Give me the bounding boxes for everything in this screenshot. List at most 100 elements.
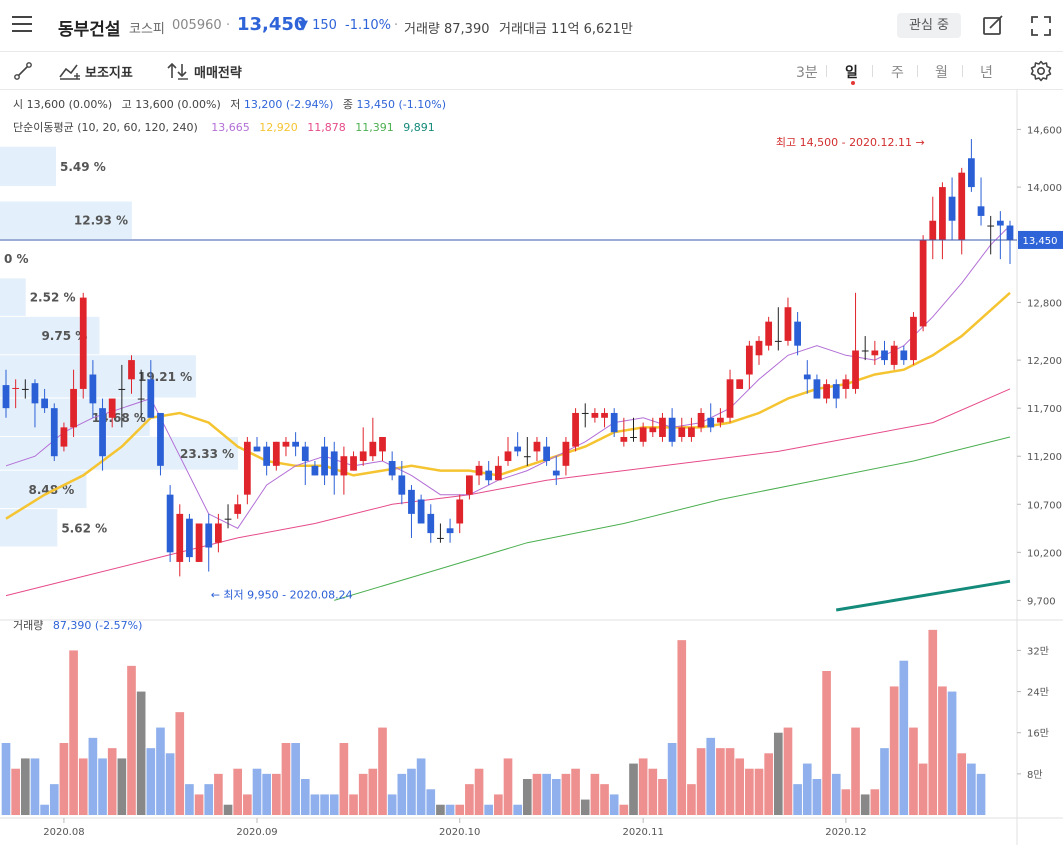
volume-bar <box>262 773 271 815</box>
candle-body <box>813 379 821 399</box>
draw-line-icon[interactable] <box>13 61 33 81</box>
volume-bar <box>20 758 30 815</box>
candle-body <box>272 441 280 466</box>
volume-tick-label: 24만 <box>1027 687 1049 699</box>
candle-body <box>755 340 763 356</box>
volume-bar <box>909 727 918 815</box>
candle-body <box>166 494 174 553</box>
price-tick-label: 10,700 <box>1027 500 1062 511</box>
volume-bar <box>638 758 648 815</box>
tab-week[interactable]: 주 <box>891 62 904 82</box>
volume-bar <box>252 768 262 815</box>
tab-day[interactable]: 일 <box>845 62 858 82</box>
price-change-pct: -1.10% <box>345 18 391 33</box>
candle-body <box>195 523 203 562</box>
candle-body <box>427 513 435 534</box>
trade-volume: 거래량 87,390 <box>404 22 490 37</box>
volume-bar <box>976 773 986 815</box>
candle-body <box>359 451 367 462</box>
volume-bar <box>532 773 542 815</box>
tab-3min[interactable]: 3분 <box>796 62 818 82</box>
candle-body <box>929 220 937 240</box>
candle-body <box>330 451 338 476</box>
candle-body <box>977 206 985 216</box>
high-value: 13,600 (0.00%) <box>135 98 221 111</box>
candle-body <box>60 427 68 447</box>
volume-bar <box>214 773 223 815</box>
menu-icon[interactable] <box>12 16 32 34</box>
volume-bar <box>677 640 687 815</box>
watch-button[interactable]: 관심 중 <box>897 13 961 38</box>
candle-body <box>939 187 946 240</box>
candle-body <box>765 321 773 346</box>
candle-body <box>678 427 686 437</box>
volume-tick-label: 32만 <box>1027 645 1049 657</box>
high-label: 고 <box>121 98 132 111</box>
ma120-line <box>334 436 1011 601</box>
ma10-value: 13,665 <box>211 121 250 134</box>
indicator-button[interactable]: 보조지표 <box>85 62 133 81</box>
volume-bars <box>1 629 986 815</box>
tab-year[interactable]: 년 <box>980 62 993 82</box>
candle-body <box>504 451 512 462</box>
candle-body <box>446 528 454 534</box>
volume-profile-label: 0 % <box>4 252 29 266</box>
candle-body <box>475 465 483 476</box>
current-price: 13,450 <box>237 14 307 35</box>
volume-bar <box>98 758 107 815</box>
indicator-icon[interactable] <box>58 61 82 81</box>
candle-body <box>842 379 850 389</box>
candle-body <box>292 441 299 447</box>
volume-bar <box>339 743 349 815</box>
candle-body <box>707 417 715 428</box>
candle-body <box>70 388 77 428</box>
candle-body <box>552 470 560 476</box>
candle-body <box>466 475 473 495</box>
volume-bar <box>590 773 600 815</box>
candle-body <box>630 436 637 438</box>
tab-divider <box>872 65 873 77</box>
volume-bar <box>407 768 416 815</box>
close-value: 13,450 (-1.10%) <box>356 98 446 111</box>
candle-body <box>369 441 377 457</box>
candle-body <box>968 158 975 188</box>
candle-body <box>118 388 126 390</box>
price-chart[interactable]: 5.49 %12.93 %0 %2.52 %9.75 %19.21 %14.68… <box>0 90 1063 845</box>
candle-body <box>99 408 106 457</box>
candle-body <box>717 417 724 423</box>
volume-bar <box>194 794 204 815</box>
volume-bar <box>600 784 609 815</box>
volume-bar <box>542 773 551 815</box>
candle-body <box>659 417 666 437</box>
price-tick-label: 10,200 <box>1027 548 1062 559</box>
ma240-value: 9,891 <box>403 121 435 134</box>
chart-toolbar: 보조지표 매매전략 3분 일 주 월 년 <box>0 52 1063 90</box>
ma120-value: 11,391 <box>355 121 394 134</box>
candle-body <box>408 489 415 514</box>
candle-body <box>871 350 879 356</box>
current-price-label: 13,450 <box>1023 236 1058 247</box>
tab-month[interactable]: 월 <box>935 62 948 82</box>
candle-body <box>176 513 184 562</box>
strategy-button[interactable]: 매매전략 <box>194 62 242 81</box>
volume-bar <box>658 779 667 815</box>
candle-body <box>379 436 386 452</box>
volume-bar <box>397 773 407 815</box>
tab-divider <box>962 65 963 77</box>
volume-bar <box>793 784 802 815</box>
volume-label: 거래량 <box>13 619 44 632</box>
candle-body <box>12 387 20 389</box>
volume-bar <box>185 784 194 815</box>
volume-profile-label: 8.48 % <box>29 483 75 497</box>
strategy-icon[interactable] <box>166 61 190 81</box>
fullscreen-icon[interactable] <box>1030 15 1052 37</box>
volume-bar <box>136 691 146 815</box>
gear-icon[interactable] <box>1030 60 1052 82</box>
volume-bar <box>175 712 185 815</box>
volume-profile-label: 12.93 % <box>74 214 128 228</box>
volume-bar <box>754 768 764 815</box>
edit-icon[interactable] <box>982 15 1004 37</box>
candle-body <box>311 465 319 476</box>
volume-bar <box>580 799 590 815</box>
volume-bar <box>358 773 368 815</box>
